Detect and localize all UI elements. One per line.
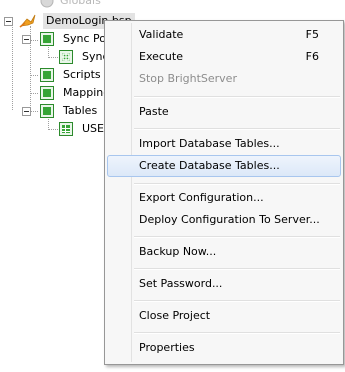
menu-item-label: Stop BrightServer <box>139 72 237 85</box>
menu-separator <box>134 332 340 334</box>
script-icon <box>40 68 54 82</box>
menu-item-paste[interactable]: Paste <box>107 101 341 123</box>
menu-separator <box>134 128 340 130</box>
tree-item-mappings[interactable]: Mapping <box>0 84 110 102</box>
menu-item-label: Paste <box>139 105 169 118</box>
menu-item-label: Import Database Tables... <box>139 137 280 150</box>
menu-separator <box>134 183 340 185</box>
globe-icon <box>40 0 54 8</box>
context-menu: Validate F5 Execute F6 Stop BrightServer… <box>104 20 344 365</box>
menu-item-deploy-config[interactable]: Deploy Configuration To Server... <box>107 209 341 231</box>
menu-item-properties[interactable]: Properties <box>107 337 341 359</box>
sync-point-icon <box>59 50 73 64</box>
menu-item-label: Deploy Configuration To Server... <box>139 213 320 226</box>
green-folder-icon <box>40 32 54 46</box>
menu-item-export-config[interactable]: Export Configuration... <box>107 187 341 209</box>
menu-item-label: Validate <box>139 28 184 41</box>
tree-item-sync-child[interactable]: Sync <box>0 48 110 66</box>
menu-item-set-password[interactable]: Set Password... <box>107 273 341 295</box>
menu-item-label: Set Password... <box>139 277 223 290</box>
tree-item-globals[interactable]: Globals <box>30 0 130 10</box>
mapping-icon <box>40 86 54 100</box>
menu-item-create-tables[interactable]: Create Database Tables... <box>107 155 341 177</box>
tree-item-label: Sync Poi <box>63 32 110 45</box>
menu-item-stop-server: Stop BrightServer <box>107 68 341 90</box>
tree-item-scripts[interactable]: Scripts <box>0 66 110 84</box>
menu-item-label: Execute <box>139 50 183 63</box>
tree-item-tables[interactable]: Tables <box>0 102 110 120</box>
menu-item-shortcut: F6 <box>305 50 319 63</box>
menu-item-backup-now[interactable]: Backup Now... <box>107 241 341 263</box>
tree-item-label: Globals <box>60 0 101 7</box>
orange-bird-icon <box>19 13 37 29</box>
menu-item-label: Properties <box>139 341 195 354</box>
menu-item-validate[interactable]: Validate F5 <box>107 24 341 46</box>
menu-item-close-project[interactable]: Close Project <box>107 305 341 327</box>
menu-item-label: Export Configuration... <box>139 191 264 204</box>
collapse-toggle[interactable] <box>22 107 31 116</box>
menu-item-label: Backup Now... <box>139 245 217 258</box>
menu-separator <box>134 300 340 302</box>
menu-item-execute[interactable]: Execute F6 <box>107 46 341 68</box>
menu-separator <box>134 236 340 238</box>
menu-item-import-tables[interactable]: Import Database Tables... <box>107 133 341 155</box>
tree-item-label: Tables <box>63 104 98 117</box>
menu-separator <box>134 268 340 270</box>
tree-item-label: Scripts <box>63 68 101 81</box>
tree-item-users-table[interactable]: USER <box>0 120 112 138</box>
green-folder-icon <box>40 104 54 118</box>
menu-item-label: Create Database Tables... <box>139 159 280 172</box>
menu-separator <box>134 96 340 98</box>
collapse-toggle[interactable] <box>22 35 31 44</box>
tree-item-sync-points[interactable]: Sync Poi <box>0 30 110 48</box>
green-grid-icon <box>59 122 73 136</box>
menu-item-label: Close Project <box>139 309 211 322</box>
menu-item-shortcut: F5 <box>305 28 319 41</box>
collapse-toggle[interactable] <box>4 17 13 26</box>
